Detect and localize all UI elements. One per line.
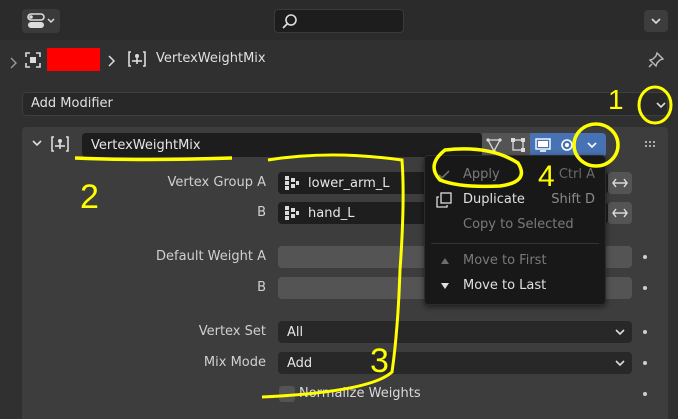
annotation-3: 3 xyxy=(370,342,389,380)
annotation-circle-apply xyxy=(432,147,524,189)
annotation-underline-2 xyxy=(74,156,233,162)
annotation-circle-1 xyxy=(637,85,673,125)
annotation-overlay: 1 2 3 4 xyxy=(74,84,673,399)
annotation-circle-4 xyxy=(572,122,620,168)
annotation-1: 1 xyxy=(608,84,624,115)
annotation-4: 4 xyxy=(538,160,555,193)
annotation-2: 2 xyxy=(80,178,99,216)
